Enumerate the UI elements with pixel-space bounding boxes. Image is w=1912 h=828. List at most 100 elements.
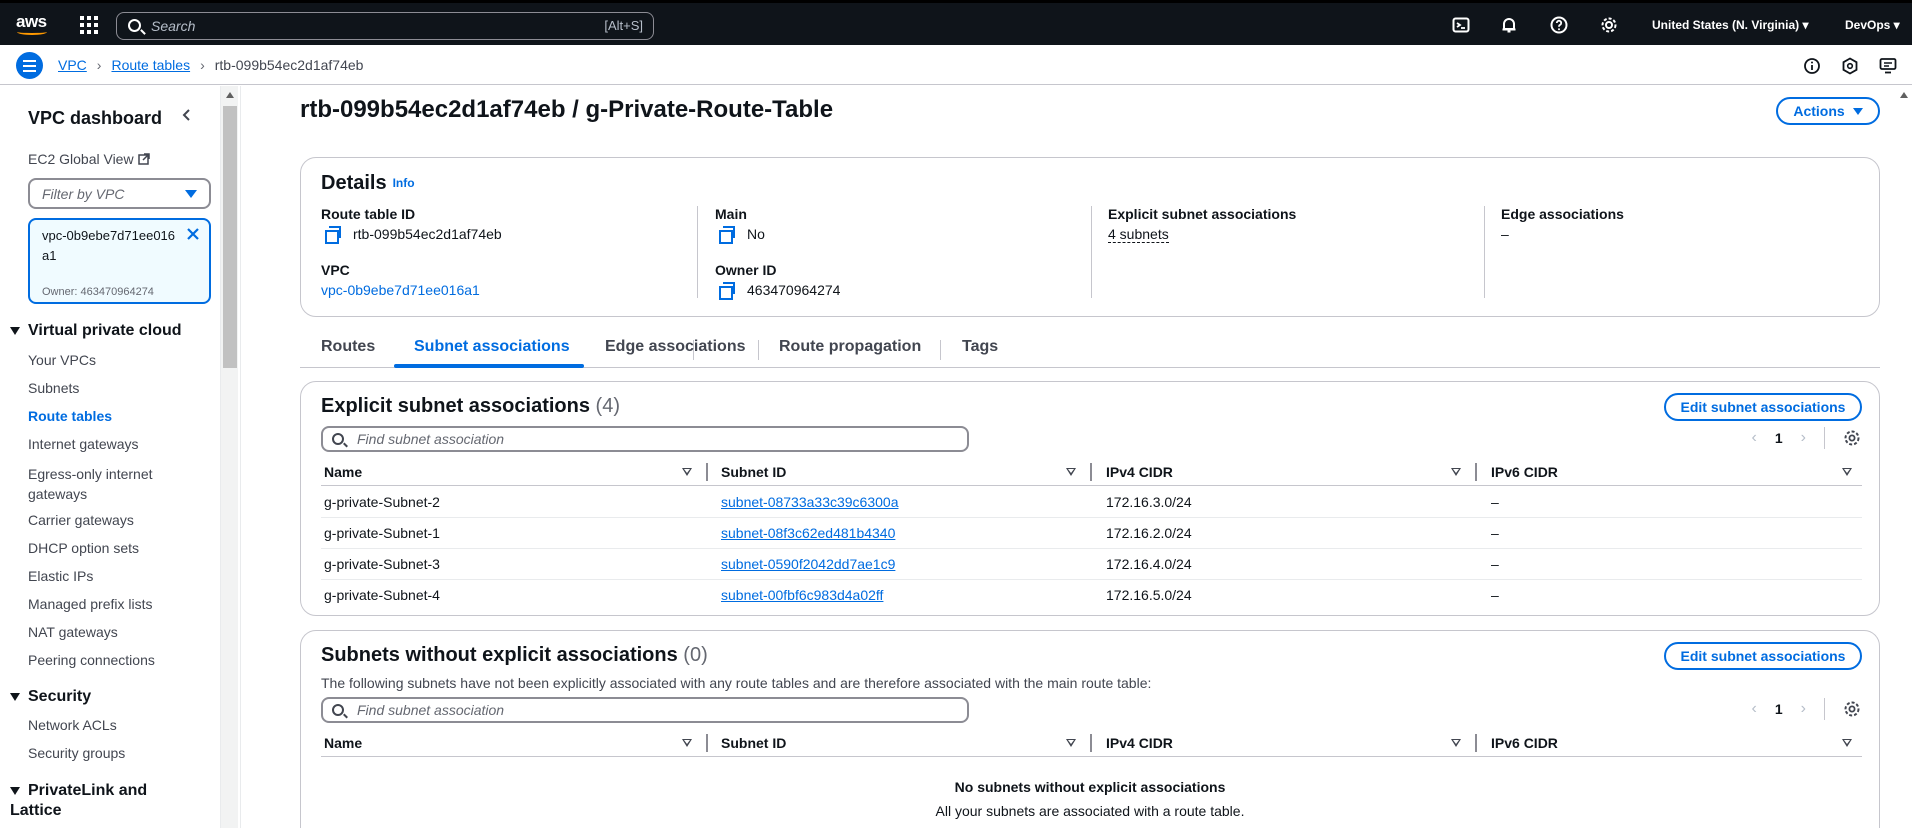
filter-by-vpc-select[interactable]: Filter by VPC [28, 178, 211, 209]
copy-icon[interactable] [719, 226, 735, 244]
copy-icon[interactable] [325, 226, 341, 244]
sort-icon[interactable] [1842, 468, 1852, 476]
table-row[interactable]: g-private-Subnet-4 subnet-00fbf6c983d4a0… [321, 580, 1862, 611]
sidebar-item-ec2-global-view[interactable]: EC2 Global View [28, 151, 150, 167]
sidenav-title[interactable]: VPC dashboard [28, 108, 162, 129]
cell-subnet-id-link[interactable]: subnet-00fbf6c983d4a02ff [721, 587, 883, 603]
find-subnet-association-filter[interactable] [321, 697, 969, 723]
table-row[interactable]: g-private-Subnet-2 subnet-08733a33c39c63… [321, 487, 1862, 518]
edit-subnet-associations-button[interactable]: Edit subnet associations [1664, 642, 1862, 670]
sidebar-item-route-tables[interactable]: Route tables [28, 408, 112, 424]
sidebar-section-security[interactable]: Security [10, 688, 91, 706]
find-subnet-association-input[interactable] [357, 430, 857, 448]
scrollbar-thumb[interactable] [223, 106, 237, 368]
sort-icon[interactable] [1451, 739, 1461, 747]
side-menu-toggle-button[interactable] [16, 52, 43, 79]
sidebar-item-elastic-ips[interactable]: Elastic IPs [28, 568, 93, 584]
next-page-chevron-icon[interactable]: › [1801, 700, 1806, 718]
sidebar-item-your-vpcs[interactable]: Your VPCs [28, 352, 96, 368]
sidebar-item-carrier-gateways[interactable]: Carrier gateways [28, 512, 134, 528]
column-resizer[interactable] [1090, 463, 1092, 481]
sort-icon[interactable] [1451, 468, 1461, 476]
column-header-ipv6-cidr[interactable]: IPv6 CIDR [1491, 464, 1558, 480]
sort-icon[interactable] [682, 739, 692, 747]
tab-edge-associations[interactable]: Edge associations [605, 338, 746, 356]
column-header-subnet-id[interactable]: Subnet ID [721, 735, 786, 751]
scroll-up-arrow-icon[interactable] [226, 92, 234, 98]
vpc-link[interactable]: vpc-0b9ebe7d71ee016a1 [321, 282, 480, 298]
column-header-subnet-id[interactable]: Subnet ID [721, 464, 786, 480]
breadcrumb-route-tables[interactable]: Route tables [111, 57, 190, 73]
region-selector[interactable]: United States (N. Virginia) ▾ [1652, 18, 1809, 32]
sidebar-item-nat-gateways[interactable]: NAT gateways [28, 624, 118, 640]
tab-subnet-associations[interactable]: Subnet associations [414, 338, 570, 356]
sort-icon[interactable] [1066, 739, 1076, 747]
previous-page-chevron-icon[interactable]: ‹ [1752, 429, 1757, 447]
scroll-up-arrow-icon[interactable] [1900, 92, 1908, 98]
previous-page-chevron-icon[interactable]: ‹ [1752, 700, 1757, 718]
explicit-subnet-associations-value[interactable]: 4 subnets [1108, 226, 1169, 243]
sort-icon[interactable] [1842, 739, 1852, 747]
column-header-ipv4-cidr[interactable]: IPv4 CIDR [1106, 464, 1173, 480]
breadcrumb-vpc[interactable]: VPC [58, 57, 87, 73]
sidebar-item-dhcp-option-sets[interactable]: DHCP option sets [28, 540, 139, 556]
column-header-ipv6-cidr[interactable]: IPv6 CIDR [1491, 735, 1558, 751]
cloudshell-icon[interactable] [1452, 16, 1470, 34]
close-icon[interactable] [186, 227, 200, 241]
sidebar-section-virtual-private-cloud[interactable]: Virtual private cloud [10, 322, 182, 340]
notifications-bell-icon[interactable] [1500, 16, 1518, 34]
edit-subnet-associations-button[interactable]: Edit subnet associations [1664, 393, 1862, 421]
column-resizer[interactable] [1475, 734, 1477, 752]
column-header-ipv4-cidr[interactable]: IPv4 CIDR [1106, 735, 1173, 751]
sidebar-item-internet-gateways[interactable]: Internet gateways [28, 436, 139, 452]
tab-routes[interactable]: Routes [321, 338, 375, 356]
copy-icon[interactable] [719, 282, 735, 300]
tab-route-propagation[interactable]: Route propagation [779, 338, 921, 356]
table-row[interactable]: g-private-Subnet-3 subnet-0590f2042dd7ae… [321, 549, 1862, 580]
sort-icon[interactable] [682, 468, 692, 476]
table-preferences-gear-icon[interactable] [1843, 700, 1861, 718]
column-header-name[interactable]: Name [324, 464, 362, 480]
next-page-chevron-icon[interactable]: › [1801, 429, 1806, 447]
cell-subnet-id-link[interactable]: subnet-08f3c62ed481b4340 [721, 525, 895, 541]
column-resizer[interactable] [1090, 734, 1092, 752]
feedback-icon[interactable] [1879, 57, 1897, 75]
sidebar-item-subnets[interactable]: Subnets [28, 380, 79, 396]
aws-logo[interactable]: aws [16, 12, 52, 38]
collapse-chevron-left-icon[interactable] [180, 108, 194, 122]
services-grid-icon[interactable] [80, 16, 98, 34]
sidebar-item-network-acls[interactable]: Network ACLs [28, 717, 117, 733]
search-shortcut: [Alt+S] [604, 18, 643, 33]
column-resizer[interactable] [706, 734, 708, 752]
current-page-number[interactable]: 1 [1775, 430, 1783, 446]
sidebar-section-privatelink-and-lattice[interactable]: PrivateLink and Lattice [10, 781, 180, 821]
find-subnet-association-input[interactable] [357, 701, 857, 719]
cell-subnet-id-link[interactable]: subnet-08733a33c39c6300a [721, 494, 899, 510]
cell-subnet-id-link[interactable]: subnet-0590f2042dd7ae1c9 [721, 556, 895, 572]
page-scrollbar[interactable] [1896, 86, 1912, 828]
column-header-name[interactable]: Name [324, 735, 362, 751]
actions-button[interactable]: Actions [1776, 97, 1880, 125]
sidebar-item-security-groups[interactable]: Security groups [28, 745, 125, 761]
info-link[interactable]: Info [393, 176, 415, 190]
find-subnet-association-filter[interactable] [321, 426, 969, 452]
tab-tags[interactable]: Tags [962, 338, 998, 356]
help-icon[interactable] [1550, 16, 1568, 34]
settings-gear-icon[interactable] [1600, 16, 1618, 34]
table-row[interactable]: g-private-Subnet-1 subnet-08f3c62ed481b4… [321, 518, 1862, 549]
current-page-number[interactable]: 1 [1775, 701, 1783, 717]
table-preferences-gear-icon[interactable] [1843, 429, 1861, 447]
sidebar-item-peering-connections[interactable]: Peering connections [28, 652, 155, 668]
hexagon-settings-icon[interactable] [1841, 57, 1859, 75]
sidebar-item-managed-prefix-lists[interactable]: Managed prefix lists [28, 596, 153, 612]
info-circle-icon[interactable] [1803, 57, 1821, 75]
global-search[interactable]: [Alt+S] [116, 12, 654, 40]
column-resizer[interactable] [1475, 463, 1477, 481]
sort-icon[interactable] [1066, 468, 1076, 476]
sidebar-item-egress-only-internet-gateways[interactable]: Egress-only internet gateways [28, 464, 178, 504]
search-input[interactable] [151, 16, 511, 36]
sidenav-scrollbar[interactable] [220, 86, 238, 828]
account-menu[interactable]: DevOps ▾ [1845, 18, 1900, 32]
column-resizer[interactable] [706, 463, 708, 481]
vpc-label: VPC [321, 262, 350, 278]
